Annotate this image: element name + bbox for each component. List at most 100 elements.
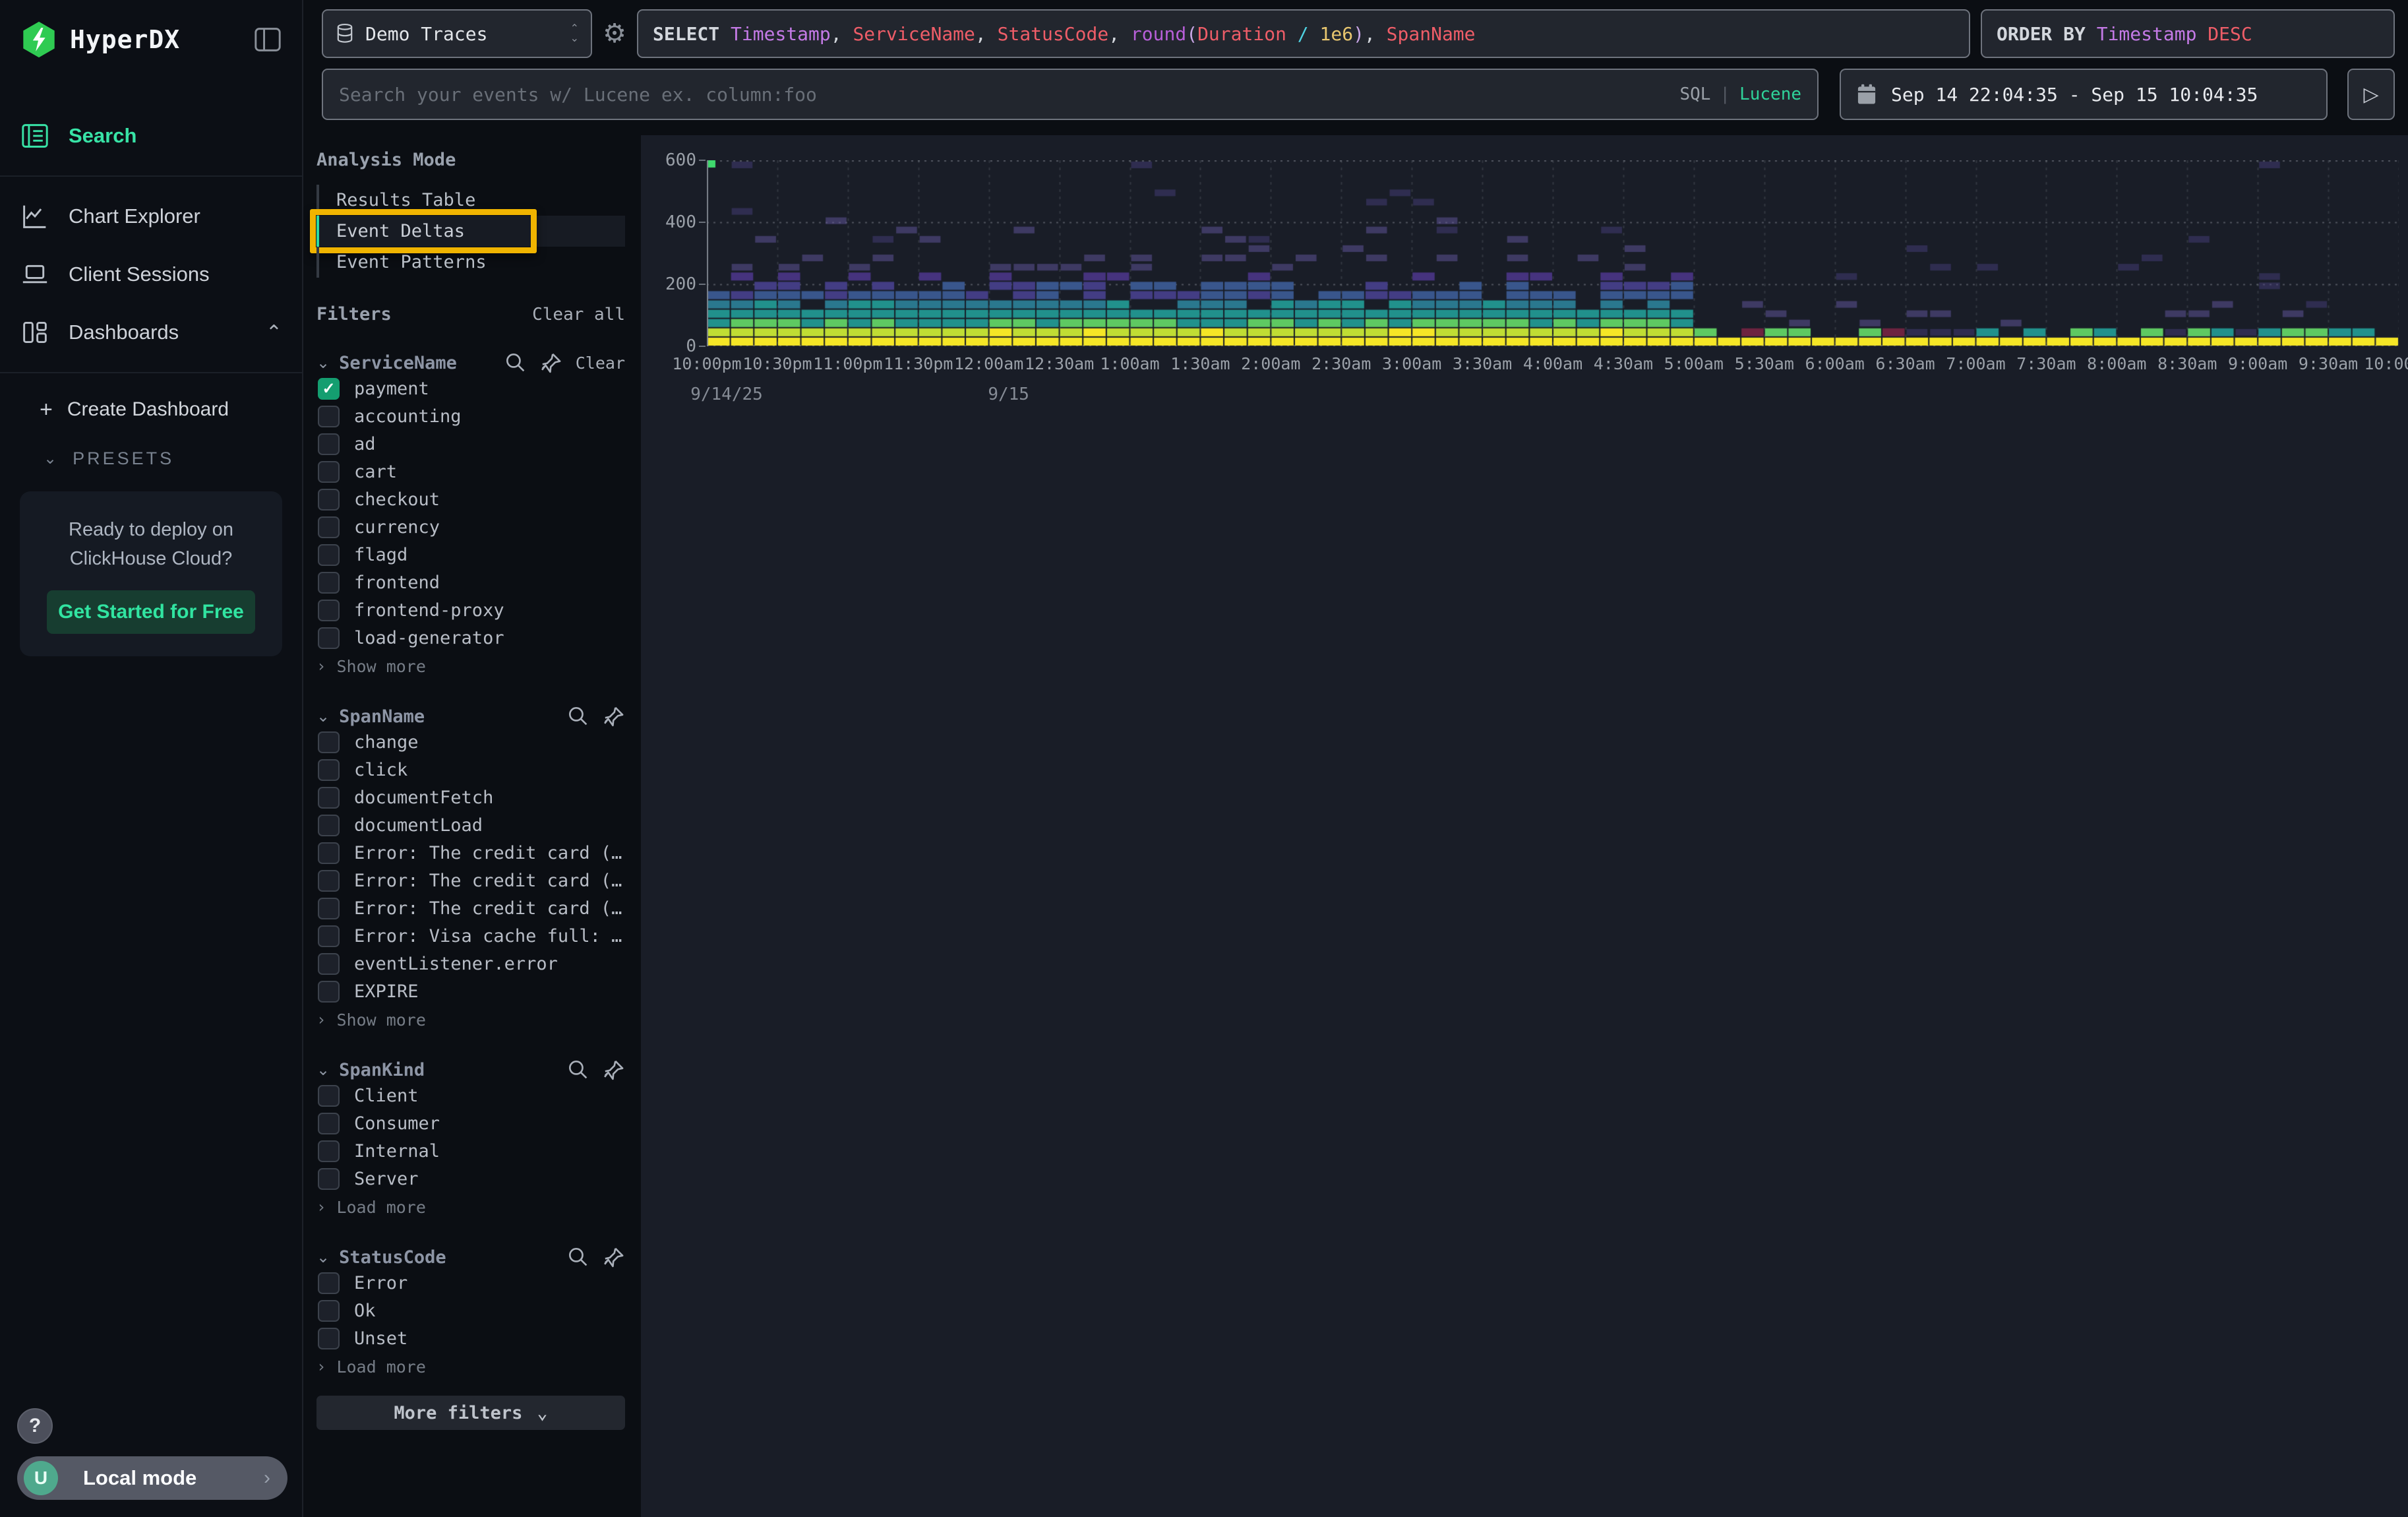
nav-item-client-sessions[interactable]: Client Sessions [0, 245, 302, 303]
search-icon[interactable] [567, 705, 589, 728]
create-dashboard-button[interactable]: + Create Dashboard [0, 384, 302, 435]
more-filters-button[interactable]: More filters ⌄ [316, 1396, 625, 1430]
show-more-link[interactable]: ›Show more [316, 1008, 625, 1032]
checkbox[interactable] [318, 572, 340, 594]
checkbox[interactable] [318, 925, 340, 947]
checkbox[interactable] [318, 759, 340, 781]
filter-group-title[interactable]: SpanName [339, 706, 425, 727]
event-search-input[interactable]: Search your events w/ Lucene ex. column:… [322, 69, 1819, 120]
checkbox[interactable] [318, 842, 340, 864]
filter-option-expire[interactable]: EXPIRE [316, 978, 625, 1005]
checkbox[interactable] [318, 1300, 340, 1322]
clear-group-button[interactable]: Clear [576, 354, 625, 373]
checkbox[interactable] [318, 627, 340, 649]
load-more-link[interactable]: ›Load more [316, 1195, 625, 1219]
filter-option-cart[interactable]: cart [316, 458, 625, 485]
filter-option-unset[interactable]: Unset [316, 1325, 625, 1352]
checkbox[interactable] [318, 1272, 340, 1294]
chevron-down-icon[interactable]: ⌄ [316, 354, 330, 373]
checkbox[interactable]: ✓ [318, 378, 340, 400]
event-deltas-heatmap[interactable] [707, 160, 2399, 346]
checkbox[interactable] [318, 815, 340, 836]
filter-option-currency[interactable]: currency [316, 514, 625, 541]
filter-option-documentfetch[interactable]: documentFetch [316, 784, 625, 811]
search-icon[interactable] [567, 1059, 589, 1081]
checkbox[interactable] [318, 544, 340, 566]
filter-option-ad[interactable]: ad [316, 431, 625, 458]
help-button[interactable]: ? [17, 1408, 53, 1444]
run-query-button[interactable]: ▷ [2347, 69, 2395, 120]
order-by-input[interactable]: ORDER BY Timestamp DESC [1981, 9, 2395, 58]
filter-option-error-the-credit-card-[interactable]: Error: The credit card (… [316, 867, 625, 894]
pin-icon[interactable] [540, 352, 562, 374]
analysis-mode-item-event-patterns[interactable]: Event Patterns [316, 247, 625, 278]
checkbox[interactable] [318, 870, 340, 892]
date-range-picker[interactable]: Sep 14 22:04:35 - Sep 15 10:04:35 [1840, 69, 2328, 120]
sql-query-input[interactable]: SELECT Timestamp, ServiceName, StatusCod… [637, 9, 1970, 58]
pin-icon[interactable] [603, 1059, 625, 1081]
filter-option-error-the-credit-card-[interactable]: Error: The credit card (… [316, 840, 625, 867]
checkbox[interactable] [318, 787, 340, 809]
nav-item-search[interactable]: Search [0, 107, 302, 165]
filter-option-consumer[interactable]: Consumer [316, 1110, 625, 1137]
clear-all-button[interactable]: Clear all [532, 305, 625, 325]
filter-option-checkout[interactable]: checkout [316, 486, 625, 513]
pin-icon[interactable] [603, 1246, 625, 1268]
filter-group-title[interactable]: StatusCode [339, 1247, 446, 1268]
analysis-mode-item-results-table[interactable]: Results Table [316, 185, 625, 216]
filter-option-internal[interactable]: Internal [316, 1138, 625, 1165]
nav-item-chart-explorer[interactable]: Chart Explorer [0, 187, 302, 245]
checkbox[interactable] [318, 600, 340, 621]
checkbox[interactable] [318, 953, 340, 975]
filter-group-title[interactable]: ServiceName [339, 353, 457, 373]
filter-option-error-visa-cache-full-[interactable]: Error: Visa cache full: … [316, 923, 625, 950]
pin-icon[interactable] [603, 705, 625, 728]
show-more-link[interactable]: ›Show more [316, 654, 625, 678]
source-select[interactable]: Demo Traces ⌃⌄ [322, 9, 592, 58]
chevron-up-icon[interactable]: ⌃ [266, 321, 282, 344]
filter-option-flagd[interactable]: flagd [316, 542, 625, 569]
sql-mode-button[interactable]: SQL [1679, 84, 1710, 104]
checkbox[interactable] [318, 1328, 340, 1349]
filter-option-eventlistener-error[interactable]: eventListener.error [316, 950, 625, 977]
get-started-button[interactable]: Get Started for Free [47, 590, 255, 634]
checkbox[interactable] [318, 433, 340, 455]
filter-option-load-generator[interactable]: load-generator [316, 625, 625, 652]
filter-option-ok[interactable]: Ok [316, 1297, 625, 1324]
filter-group-title[interactable]: SpanKind [339, 1060, 425, 1080]
filter-option-click[interactable]: click [316, 757, 625, 784]
load-more-link[interactable]: ›Load more [316, 1355, 625, 1378]
filter-option-error-the-credit-card-[interactable]: Error: The credit card (… [316, 895, 625, 922]
chevron-down-icon[interactable]: ⌄ [316, 1248, 330, 1267]
checkbox[interactable] [318, 461, 340, 483]
filter-option-error[interactable]: Error [316, 1270, 625, 1297]
chevron-down-icon[interactable]: ⌄ [316, 707, 330, 726]
checkbox[interactable] [318, 406, 340, 427]
checkbox[interactable] [318, 516, 340, 538]
presets-toggle[interactable]: ⌄ PRESETS [0, 435, 302, 481]
search-icon[interactable] [567, 1246, 589, 1268]
checkbox[interactable] [318, 731, 340, 753]
gear-icon[interactable]: ⚙ [597, 18, 632, 49]
filter-option-change[interactable]: change [316, 729, 625, 756]
checkbox[interactable] [318, 489, 340, 511]
filter-option-frontend-proxy[interactable]: frontend-proxy [316, 597, 625, 624]
checkbox[interactable] [318, 981, 340, 1003]
filter-option-client[interactable]: Client [316, 1082, 625, 1109]
analysis-mode-item-event-deltas[interactable]: Event Deltas [316, 216, 625, 247]
checkbox[interactable] [318, 1140, 340, 1162]
user-menu[interactable]: U Local mode › [17, 1456, 287, 1500]
checkbox[interactable] [318, 1113, 340, 1134]
chevron-down-icon[interactable]: ⌄ [316, 1061, 330, 1080]
checkbox[interactable] [318, 1168, 340, 1190]
filter-option-documentload[interactable]: documentLoad [316, 812, 625, 839]
lucene-mode-button[interactable]: Lucene [1739, 84, 1801, 104]
collapse-sidebar-icon[interactable] [253, 26, 282, 53]
nav-item-dashboards[interactable]: Dashboards ⌃ [0, 303, 302, 361]
filter-option-accounting[interactable]: accounting [316, 403, 625, 430]
checkbox[interactable] [318, 898, 340, 919]
search-icon[interactable] [504, 352, 527, 374]
checkbox[interactable] [318, 1085, 340, 1107]
filter-option-server[interactable]: Server [316, 1165, 625, 1192]
filter-option-frontend[interactable]: frontend [316, 569, 625, 596]
